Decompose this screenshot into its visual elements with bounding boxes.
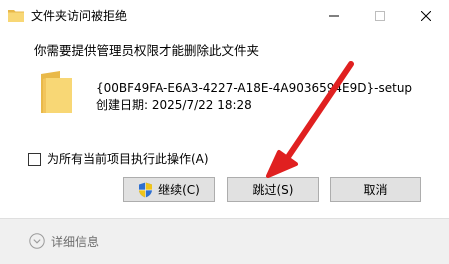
dialog-heading: 你需要提供管理员权限才能删除此文件夹 — [34, 43, 260, 58]
item-created-date: 创建日期: 2025/7/22 18:28 — [96, 98, 252, 112]
folder-icon — [8, 10, 24, 22]
skip-button-label: 跳过(S) — [252, 182, 294, 197]
item-name: {00BF49FA-E6A3-4227-A18E-4A9036594E9D}-s… — [96, 81, 413, 95]
cancel-button[interactable]: 取消 — [330, 177, 421, 202]
apply-all-label: 为所有当前项目执行此操作(A) — [47, 152, 209, 166]
window-title: 文件夹访问被拒绝 — [31, 9, 128, 23]
minimize-icon — [329, 15, 339, 17]
apply-all-checkbox[interactable] — [28, 152, 41, 166]
skip-button[interactable]: 跳过(S) — [227, 177, 319, 202]
apply-all-checkbox-row[interactable]: 为所有当前项目执行此操作(A) — [28, 151, 209, 167]
continue-button[interactable]: 继续(C) — [123, 177, 215, 202]
maximize-icon — [375, 11, 385, 21]
uac-shield-icon — [139, 182, 153, 197]
close-button[interactable] — [403, 0, 449, 32]
folder-access-denied-dialog: 文件夹访问被拒绝 你需要提供管理员权限才能删除此文件夹 {00BF49FA-E6… — [0, 0, 449, 264]
details-toggle[interactable]: 详细信息 — [29, 232, 99, 250]
details-label: 详细信息 — [51, 234, 100, 249]
continue-button-label: 继续(C) — [158, 182, 200, 197]
minimize-button[interactable] — [311, 0, 357, 32]
close-icon — [421, 11, 431, 21]
folder-icon — [41, 71, 72, 113]
maximize-button — [357, 0, 403, 32]
chevron-down-circle-icon — [29, 233, 45, 249]
cancel-button-label: 取消 — [363, 182, 388, 197]
title-bar: 文件夹访问被拒绝 — [0, 0, 449, 32]
